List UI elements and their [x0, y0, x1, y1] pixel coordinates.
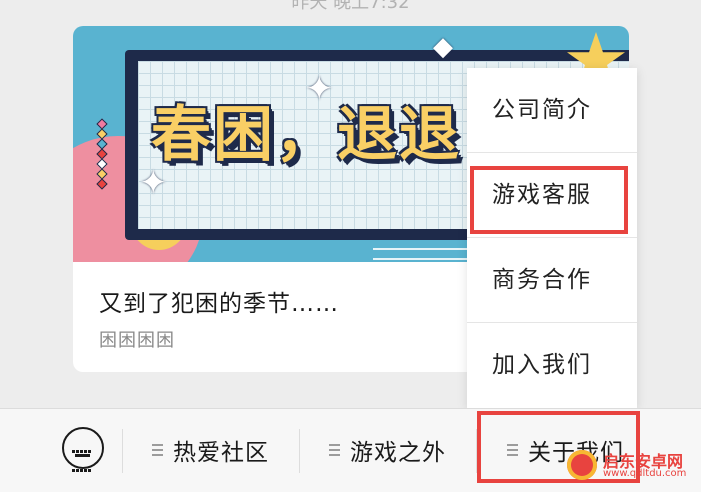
about-us-popup-menu: 公司简介 游戏客服 商务合作 加入我们 [467, 68, 637, 408]
banner-diamond-dots [96, 118, 108, 190]
keyboard-toggle-button[interactable] [62, 427, 104, 472]
divider [122, 429, 123, 473]
menu-item-company-intro[interactable]: 公司简介 [467, 68, 637, 153]
menu-item-business-cooperation[interactable]: 商务合作 [467, 238, 637, 323]
menu-item-join-us[interactable]: 加入我们 [467, 323, 637, 408]
menu-lines-icon [329, 444, 340, 459]
watermark-url: www.qdltdu.com [603, 468, 687, 479]
tab-community[interactable]: 热爱社区 [152, 433, 269, 467]
banner-title-art: 春困，退退 [151, 100, 461, 170]
watermark-logo-icon [567, 450, 597, 480]
article-subtitle: 困困困困 [99, 330, 175, 351]
highlight-box-game-support [470, 166, 628, 234]
message-timestamp: 昨天 晚上7:32 [291, 0, 410, 13]
article-title[interactable]: 又到了犯困的季节…… [99, 284, 339, 318]
keyboard-icon [72, 440, 94, 478]
diamond-icon: ◆ [433, 32, 453, 62]
divider [299, 429, 300, 473]
keyboard-spacebar-icon [75, 454, 90, 457]
tab-label: 热爱社区 [173, 440, 269, 466]
tab-label: 游戏之外 [350, 440, 446, 466]
menu-lines-icon [152, 444, 163, 459]
tab-beyond-games[interactable]: 游戏之外 [329, 433, 446, 467]
site-watermark: 启东安卓网 www.qdltdu.com [567, 446, 695, 486]
